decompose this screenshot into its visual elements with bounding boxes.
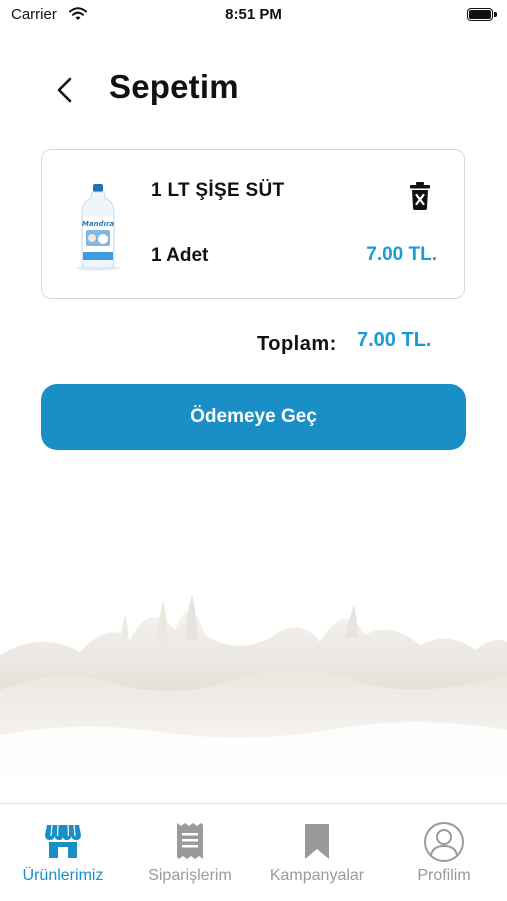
item-quantity: 1 Adet bbox=[151, 245, 209, 266]
svg-text:Mandıra: Mandıra bbox=[82, 220, 115, 228]
checkout-button[interactable]: Ödemeye Geç bbox=[41, 384, 466, 450]
profile-icon bbox=[381, 821, 507, 863]
store-icon bbox=[0, 821, 126, 863]
page-title: Sepetim bbox=[109, 68, 239, 105]
total-value: 7.00 TL. bbox=[357, 329, 432, 351]
battery-icon bbox=[467, 8, 497, 21]
bookmark-icon bbox=[254, 821, 380, 863]
tab-label: Siparişlerim bbox=[148, 867, 232, 884]
tab-label: Kampanyalar bbox=[269, 867, 365, 884]
cart-item: Mandıra 1 LT ŞİŞE SÜT 1 Adet 7.00 TL. bbox=[41, 149, 465, 299]
tab-kampanyalar[interactable]: Kampanyalar bbox=[254, 804, 380, 901]
tab-label: Profilim bbox=[417, 867, 471, 884]
clock: 8:51 PM bbox=[225, 6, 282, 23]
product-name: 1 LT ŞİŞE SÜT bbox=[151, 180, 285, 201]
tab-bar: Ürünlerimiz Siparişlerim Kampanyalar Pro… bbox=[0, 803, 507, 901]
delete-item-button[interactable] bbox=[408, 181, 432, 211]
tab-siparislerim[interactable]: Siparişlerim bbox=[127, 804, 253, 901]
chevron-left-icon bbox=[57, 77, 72, 103]
total-label: Toplam: bbox=[257, 333, 337, 355]
milk-splash-image bbox=[0, 560, 507, 805]
tab-label: Ürünlerimiz bbox=[22, 867, 104, 884]
tab-urunlerimiz[interactable]: Ürünlerimiz bbox=[0, 804, 126, 901]
receipt-icon bbox=[127, 821, 253, 863]
back-button[interactable] bbox=[48, 72, 84, 108]
product-image: Mandıra bbox=[72, 182, 124, 272]
item-price: 7.00 TL. bbox=[366, 244, 437, 265]
status-bar: Carrier 8:51 PM bbox=[0, 0, 507, 30]
trash-icon bbox=[410, 182, 430, 210]
tab-profilim[interactable]: Profilim bbox=[381, 804, 507, 901]
